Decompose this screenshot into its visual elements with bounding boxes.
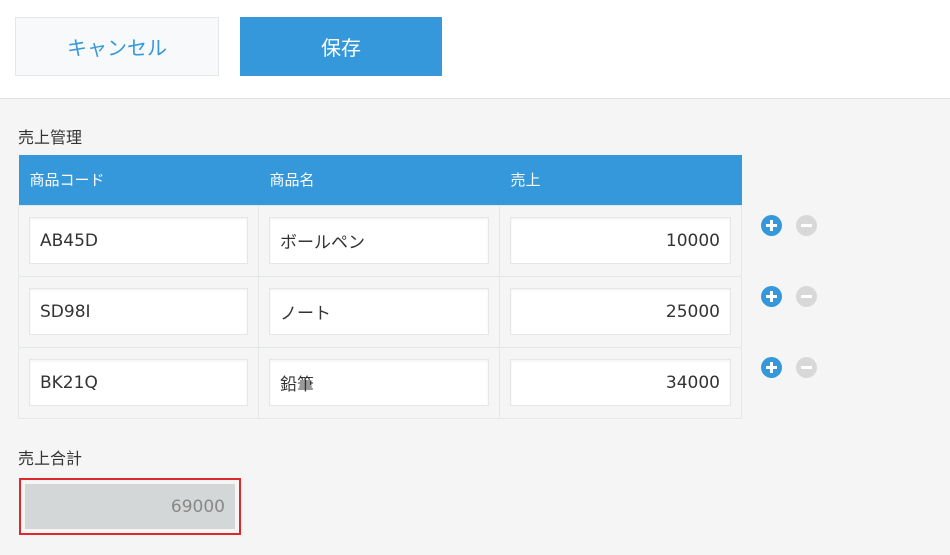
save-button[interactable]: 保存 xyxy=(240,17,442,76)
add-row-button[interactable] xyxy=(761,286,782,307)
table-cell: 25000 xyxy=(499,275,742,348)
table-row: AB45D ボールペン 10000 xyxy=(18,204,742,277)
column-header-sales: 売上 xyxy=(499,155,742,205)
table-cell: AB45D xyxy=(18,204,259,277)
sales-table: 商品コード 商品名 売上 AB45D ボールペン 10000 SD98I ノート xyxy=(18,155,742,419)
table-cell: 34000 xyxy=(499,346,742,419)
sales-input[interactable]: 34000 xyxy=(510,359,731,406)
table-cell: ノート xyxy=(258,275,500,348)
table-cell: BK21Q xyxy=(18,346,259,419)
table-row: BK21Q 鉛筆 34000 xyxy=(18,346,742,419)
remove-row-button[interactable] xyxy=(796,215,817,236)
product-name-input[interactable]: ボールペン xyxy=(269,217,489,264)
table-header-row: 商品コード 商品名 売上 xyxy=(18,155,742,205)
table-cell: ボールペン xyxy=(258,204,500,277)
table-cell: SD98I xyxy=(18,275,259,348)
column-header-product-code: 商品コード xyxy=(18,155,259,205)
sales-total-label: 売上合計 xyxy=(18,449,83,468)
product-name-input[interactable]: ノート xyxy=(269,288,489,335)
column-header-product-name: 商品名 xyxy=(258,155,500,205)
toolbar: キャンセル 保存 xyxy=(0,0,950,99)
cancel-button[interactable]: キャンセル xyxy=(15,17,219,76)
sales-input[interactable]: 10000 xyxy=(510,217,731,264)
sales-total-highlight: 69000 xyxy=(19,478,241,535)
remove-row-button[interactable] xyxy=(796,286,817,307)
table-cell: 10000 xyxy=(499,204,742,277)
add-row-button[interactable] xyxy=(761,215,782,236)
add-row-button[interactable] xyxy=(761,357,782,378)
table-cell: 鉛筆 xyxy=(258,346,500,419)
product-name-input[interactable]: 鉛筆 xyxy=(269,359,489,406)
remove-row-button[interactable] xyxy=(796,357,817,378)
row-actions xyxy=(761,286,817,307)
table-row: SD98I ノート 25000 xyxy=(18,275,742,348)
product-code-input[interactable]: AB45D xyxy=(29,217,248,264)
product-code-input[interactable]: SD98I xyxy=(29,288,248,335)
sales-total-field: 69000 xyxy=(25,484,235,529)
row-actions xyxy=(761,215,817,236)
product-code-input[interactable]: BK21Q xyxy=(29,359,248,406)
sales-input[interactable]: 25000 xyxy=(510,288,731,335)
sales-table-title: 売上管理 xyxy=(18,128,83,147)
row-actions xyxy=(761,357,817,378)
